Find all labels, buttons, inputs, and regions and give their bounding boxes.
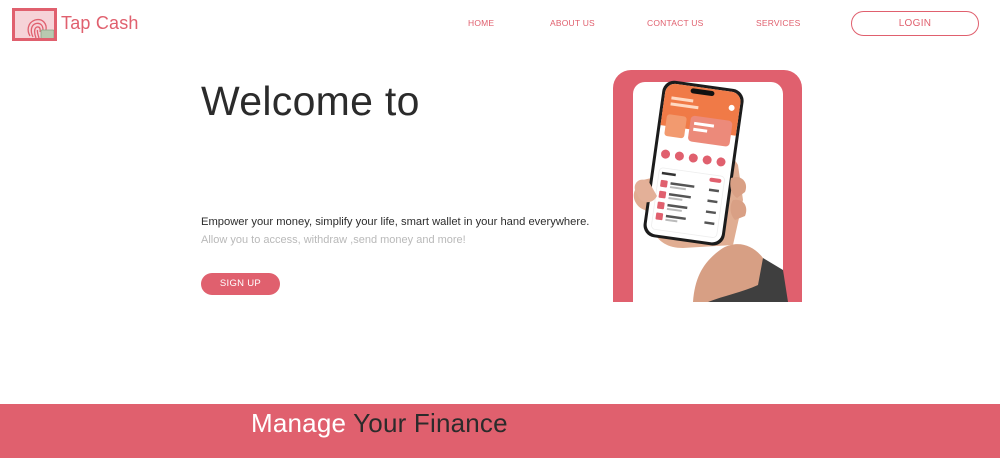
hero-title: Welcome to [201, 78, 420, 124]
nav-services[interactable]: SERVICES [756, 18, 800, 28]
brand-name[interactable]: Tap Cash [61, 13, 139, 34]
hero-illustration-frame [613, 70, 802, 302]
nav-contact-us[interactable]: CONTACT US [647, 18, 703, 28]
sign-up-button[interactable]: SIGN UP [201, 273, 280, 295]
brand-logo[interactable] [12, 8, 57, 41]
banner-title: Manage Your Finance [251, 408, 508, 439]
banner-title-word1: Manage [251, 408, 347, 438]
banner-title-word2: Your Finance [353, 408, 508, 438]
login-button[interactable]: LOGIN [851, 11, 979, 36]
hand-holding-phone-illustration [633, 80, 788, 302]
nav-home[interactable]: HOME [468, 18, 494, 28]
hero-tagline: Empower your money, simplify your life, … [201, 216, 590, 228]
hero-subtagline: Allow you to access, withdraw ,send mone… [201, 234, 466, 246]
fingerprint-card-icon [15, 11, 54, 38]
nav-about-us[interactable]: ABOUT US [550, 18, 595, 28]
